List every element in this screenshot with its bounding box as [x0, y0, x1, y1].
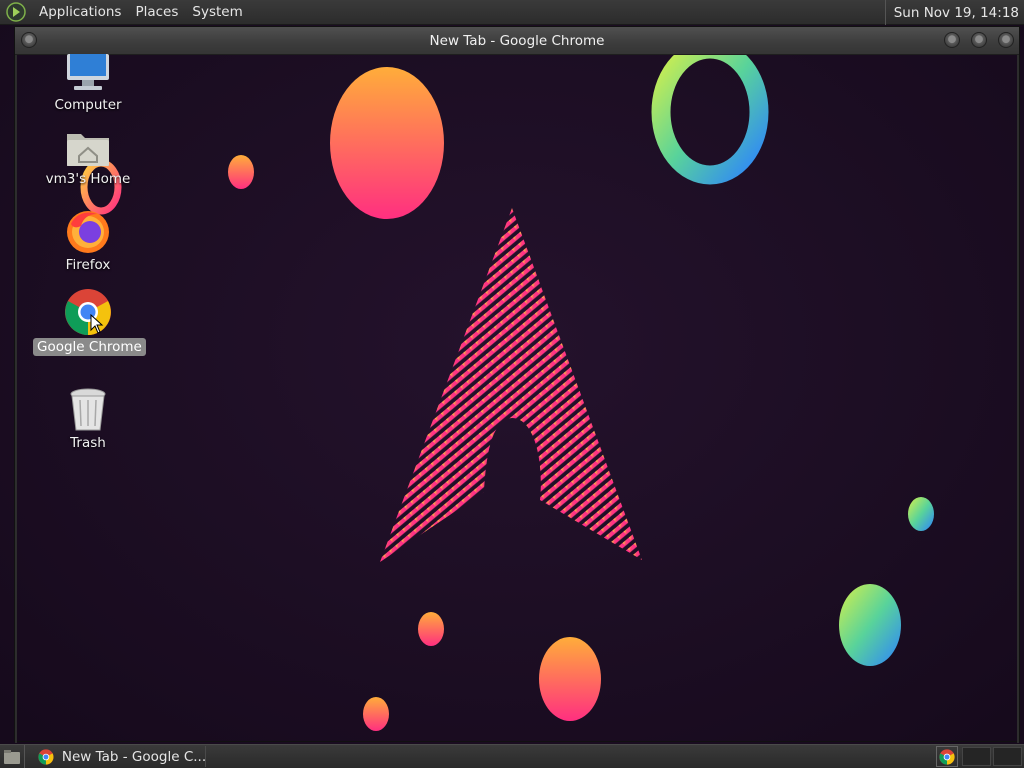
taskbar-item-label: New Tab - Google C... — [61, 748, 205, 765]
desktop-icon-home[interactable]: vm3's Home — [33, 130, 143, 188]
chrome-window[interactable]: New Tab - Google Chrome — [14, 26, 1020, 743]
workspace-1[interactable] — [962, 747, 991, 766]
chrome-icon — [38, 748, 54, 765]
menu-applications[interactable]: Applications — [32, 4, 128, 20]
bottom-panel: New Tab - Google C... — [0, 744, 1024, 768]
chrome-icon — [65, 289, 111, 335]
workspace-switcher[interactable] — [962, 747, 1022, 766]
maximize-button[interactable] — [971, 32, 987, 48]
top-panel: Applications Places System Sun Nov 19, 1… — [0, 0, 1024, 25]
window-border-left — [15, 55, 17, 743]
menu-system[interactable]: System — [185, 4, 249, 20]
show-desktop-icon — [4, 749, 20, 764]
chrome-icon — [939, 748, 955, 765]
desktop-icon-google-chrome[interactable]: Google Chrome — [33, 288, 146, 356]
minimize-button[interactable] — [944, 32, 960, 48]
window-title: New Tab - Google Chrome — [429, 33, 605, 49]
panel-clock[interactable]: Sun Nov 19, 14:18 — [884, 0, 1024, 25]
desktop-icon-trash[interactable]: Trash — [33, 388, 143, 452]
desktop-icon-label: Computer — [54, 97, 122, 113]
desktop-icon-label: Trash — [70, 435, 106, 451]
window-border-right — [1017, 55, 1019, 743]
desktop-icon-firefox[interactable]: Firefox — [33, 210, 143, 274]
desktop-icon-label: vm3's Home — [45, 171, 131, 187]
computer-icon — [67, 54, 109, 90]
menu-places[interactable]: Places — [128, 4, 185, 20]
workspace-2[interactable] — [993, 747, 1022, 766]
home-folder-icon — [67, 134, 109, 166]
show-desktop-button[interactable] — [0, 745, 25, 768]
mate-logo-icon[interactable] — [6, 2, 26, 22]
desktop-icon-label: Firefox — [65, 257, 111, 273]
taskbar-item-chrome[interactable]: New Tab - Google C... — [30, 746, 206, 767]
trash-icon — [70, 388, 106, 431]
close-button[interactable] — [998, 32, 1014, 48]
firefox-icon — [67, 211, 109, 253]
desktop-icon-computer[interactable]: Computer — [33, 54, 143, 114]
mouse-cursor-icon — [90, 314, 104, 334]
window-titlebar[interactable]: New Tab - Google Chrome — [15, 27, 1019, 55]
tray-chrome-launcher[interactable] — [936, 746, 958, 767]
desktop-icon-label: Google Chrome — [33, 338, 146, 356]
